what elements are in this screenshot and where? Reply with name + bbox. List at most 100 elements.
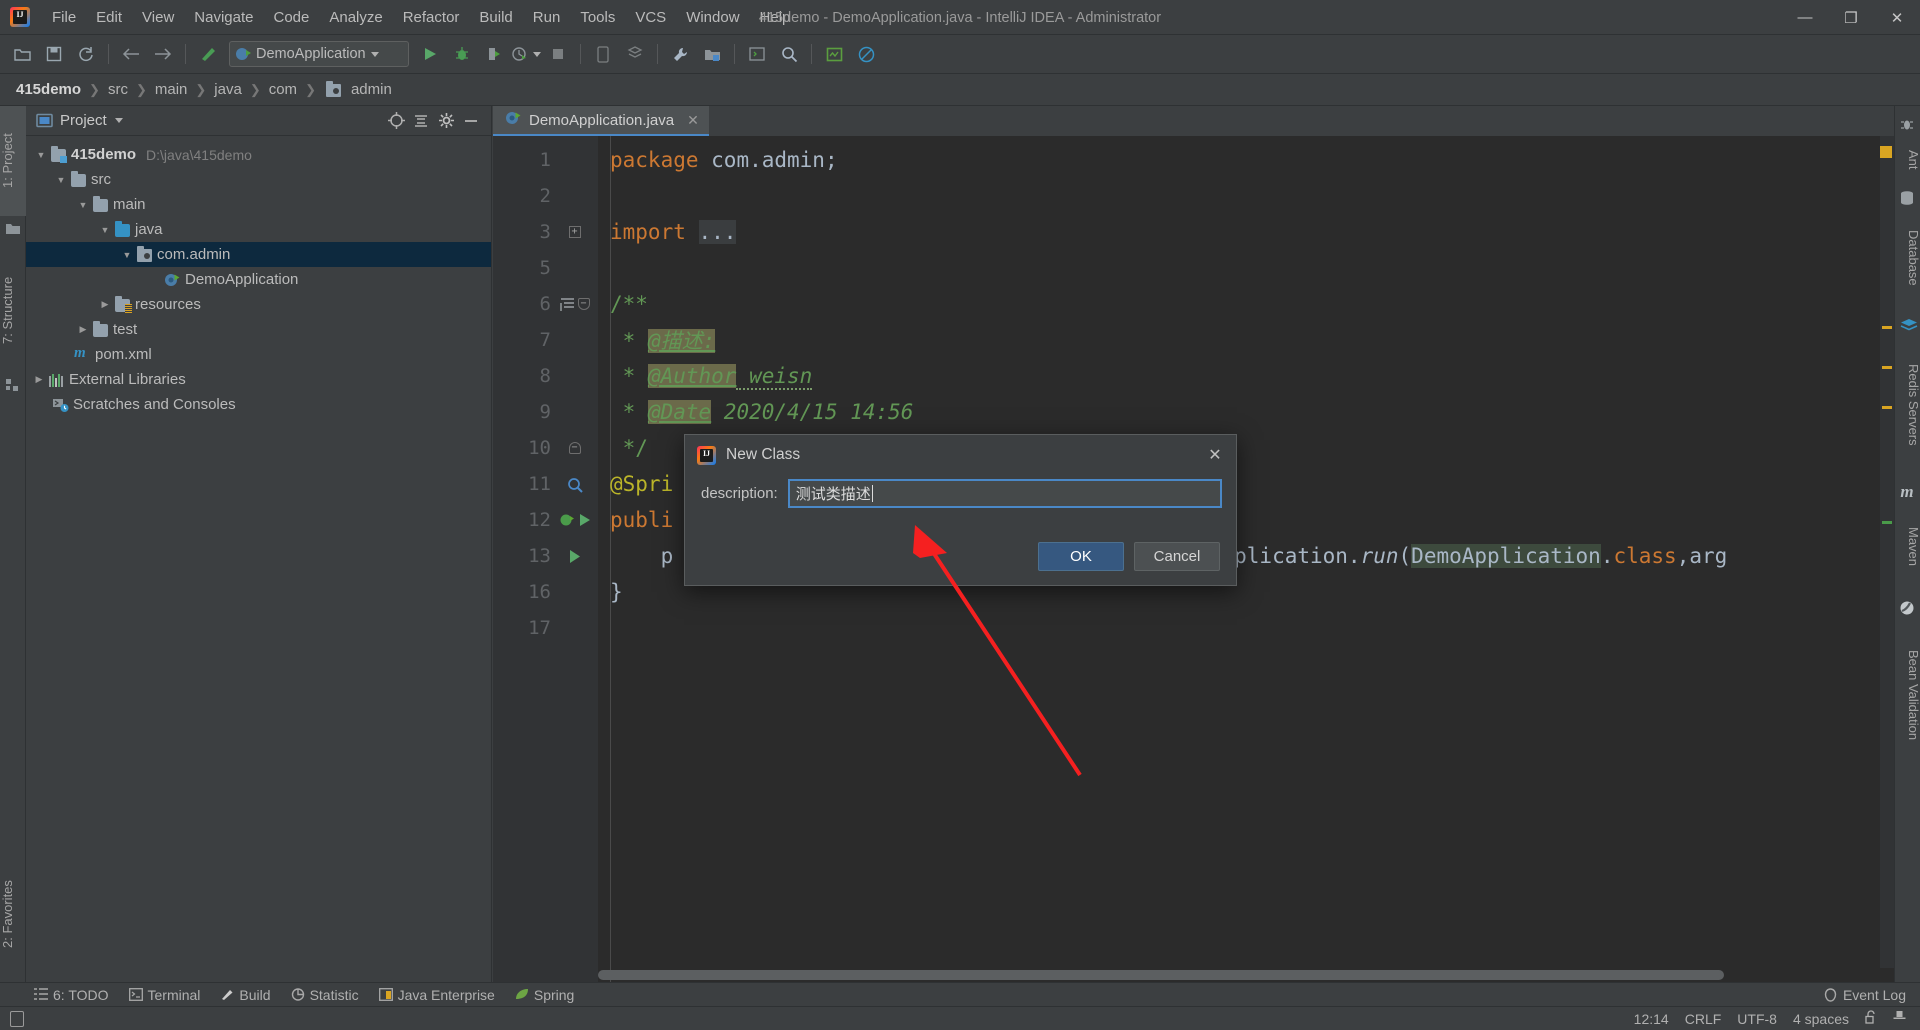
run-configuration-selector[interactable]: DemoApplication	[229, 41, 409, 67]
line-separator[interactable]: CRLF	[1685, 1011, 1722, 1027]
build-icon[interactable]	[193, 39, 223, 69]
chevron-expanded-icon[interactable]: ▼	[32, 150, 50, 160]
hide-panel-icon[interactable]	[460, 110, 482, 132]
breadcrumb-item-src[interactable]: src	[104, 81, 132, 98]
right-item-redis[interactable]: Redis Servers	[1895, 342, 1920, 468]
close-button[interactable]: ✕	[1874, 0, 1920, 35]
forward-icon[interactable]	[148, 39, 178, 69]
tree-row-external-libraries[interactable]: ▶ External Libraries	[26, 367, 491, 392]
menu-edit[interactable]: Edit	[86, 6, 132, 29]
sidebar-item-project[interactable]: 1: Project	[0, 106, 26, 216]
breadcrumb-item-com[interactable]: com	[265, 81, 301, 98]
tab-demoapplication-java[interactable]: DemoApplication.java ✕	[493, 106, 709, 136]
bottom-item-build[interactable]: Build	[220, 987, 271, 1003]
right-item-bean-validation[interactable]: Bean Validation	[1895, 624, 1920, 766]
chevron-expanded-icon[interactable]: ▼	[52, 175, 70, 185]
tree-row-pom-xml[interactable]: m pom.xml	[26, 342, 491, 367]
minimize-button[interactable]: —	[1782, 0, 1828, 35]
run-coverage-icon[interactable]	[479, 39, 509, 69]
settings-gear-icon[interactable]	[435, 110, 457, 132]
tree-row-resources[interactable]: ▶ resources	[26, 292, 491, 317]
profiler-icon[interactable]	[511, 39, 541, 69]
chevron-expanded-icon[interactable]: ▼	[118, 250, 136, 260]
sdk-manager-icon[interactable]	[620, 39, 650, 69]
chevron-expanded-icon[interactable]: ▼	[74, 200, 92, 210]
bottom-item-statistic[interactable]: Statistic	[291, 987, 359, 1003]
debug-icon[interactable]	[447, 39, 477, 69]
menu-refactor[interactable]: Refactor	[393, 6, 470, 29]
menu-run[interactable]: Run	[523, 6, 571, 29]
collapse-all-icon[interactable]	[410, 110, 432, 132]
fold-plus-icon[interactable]: +	[551, 226, 598, 238]
caret-position[interactable]: 12:14	[1634, 1011, 1669, 1027]
sync-icon[interactable]	[71, 39, 101, 69]
run-method-gutter-icon[interactable]	[551, 549, 598, 564]
event-log-button[interactable]: Event Log	[1824, 987, 1920, 1003]
cancel-button[interactable]: Cancel	[1134, 542, 1220, 571]
tree-row-com-admin[interactable]: ▼ com.admin	[26, 242, 491, 267]
tree-row-demoapplication[interactable]: DemoApplication	[26, 267, 491, 292]
fold-end-icon[interactable]: −	[551, 442, 598, 454]
tree-row-test[interactable]: ▶ test	[26, 317, 491, 342]
menu-tools[interactable]: Tools	[570, 6, 625, 29]
unlocked-icon[interactable]	[1865, 1010, 1877, 1027]
chevron-collapsed-icon[interactable]: ▶	[96, 299, 114, 310]
menu-build[interactable]: Build	[469, 6, 522, 29]
bottom-item-todo[interactable]: 6: TODO	[34, 987, 109, 1003]
project-structure-icon[interactable]	[697, 39, 727, 69]
menu-file[interactable]: File	[42, 6, 86, 29]
menu-window[interactable]: Window	[676, 6, 749, 29]
chevron-collapsed-icon[interactable]: ▶	[30, 374, 48, 385]
menu-code[interactable]: Code	[263, 6, 319, 29]
locate-icon[interactable]	[385, 110, 407, 132]
menu-analyze[interactable]: Analyze	[319, 6, 392, 29]
breadcrumb-item-main[interactable]: main	[151, 81, 192, 98]
editor-horizontal-scrollbar[interactable]	[598, 970, 1878, 980]
menu-vcs[interactable]: VCS	[625, 6, 676, 29]
sidebar-item-favorites[interactable]: 2: Favorites	[0, 846, 26, 982]
inspection-bean-icon[interactable]	[551, 476, 598, 493]
tree-row-main[interactable]: ▼ main	[26, 192, 491, 217]
menu-view[interactable]: View	[132, 6, 184, 29]
menu-navigate[interactable]: Navigate	[184, 6, 263, 29]
right-item-maven[interactable]: Maven	[1895, 508, 1920, 586]
maximize-button[interactable]: ❐	[1828, 0, 1874, 35]
menu-help[interactable]: Help	[750, 6, 801, 29]
sidebar-item-structure[interactable]: 7: Structure	[0, 248, 26, 372]
right-item-ant[interactable]: Ant	[1895, 138, 1920, 182]
tree-row-415demo[interactable]: ▼ 415demo D:\java\415demo	[26, 142, 491, 167]
chevron-expanded-icon[interactable]: ▼	[96, 225, 114, 235]
chevron-down-icon[interactable]	[114, 118, 123, 123]
breadcrumb-item-admin[interactable]: admin	[347, 81, 396, 98]
tree-row-java[interactable]: ▼ java	[26, 217, 491, 242]
chevron-collapsed-icon[interactable]: ▶	[74, 324, 92, 335]
bottom-item-terminal[interactable]: Terminal	[128, 987, 200, 1003]
editor-marker-strip[interactable]	[1880, 136, 1894, 968]
spring-icon[interactable]	[819, 39, 849, 69]
fold-minus-icon[interactable]: −	[551, 297, 598, 312]
run-class-gutter-icon[interactable]	[551, 512, 598, 528]
breadcrumb-item-project[interactable]: 415demo	[12, 81, 85, 98]
bottom-item-java-enterprise[interactable]: Java Enterprise	[378, 987, 495, 1003]
inspector-hat-icon[interactable]	[1893, 1010, 1906, 1027]
close-icon[interactable]: ✕	[1202, 442, 1228, 468]
disable-icon[interactable]	[851, 39, 881, 69]
bottom-item-spring[interactable]: Spring	[515, 987, 574, 1003]
stop-icon[interactable]	[543, 39, 573, 69]
open-folder-icon[interactable]	[7, 39, 37, 69]
save-all-icon[interactable]	[39, 39, 69, 69]
description-input[interactable]: 测试类描述	[787, 479, 1222, 508]
tree-row-src[interactable]: ▼ src	[26, 167, 491, 192]
toggle-toolbar-icon[interactable]	[10, 1010, 24, 1027]
settings-wrench-icon[interactable]	[665, 39, 695, 69]
indent-setting[interactable]: 4 spaces	[1793, 1011, 1849, 1027]
android-device-icon[interactable]	[588, 39, 618, 69]
terminal-icon[interactable]	[742, 39, 772, 69]
tree-row-scratches-and-consoles[interactable]: Scratches and Consoles	[26, 392, 491, 417]
breadcrumb-item-java[interactable]: java	[210, 81, 246, 98]
ok-button[interactable]: OK	[1038, 542, 1124, 571]
right-item-database[interactable]: Database	[1895, 212, 1920, 304]
file-encoding[interactable]: UTF-8	[1737, 1011, 1777, 1027]
search-everywhere-icon[interactable]	[774, 39, 804, 69]
run-icon[interactable]	[415, 39, 445, 69]
